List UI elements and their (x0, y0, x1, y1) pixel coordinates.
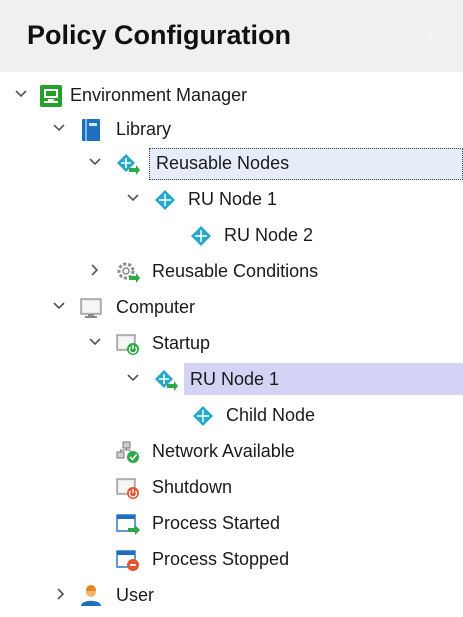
tree-item-process-started[interactable]: Process Started (0, 506, 463, 540)
chevron-down-icon[interactable] (88, 333, 102, 351)
chevron-down-icon[interactable] (14, 85, 28, 103)
tree-item-startup-ru-node-1[interactable]: RU Node 1 (0, 362, 463, 396)
network-available-icon (116, 441, 139, 463)
tree-item-label: Startup (152, 333, 211, 353)
tree-item-label: Library (116, 119, 172, 139)
tree-item-label: Environment Manager (70, 85, 248, 105)
tree-item-shutdown[interactable]: Shutdown (0, 470, 463, 504)
chevron-down-icon[interactable] (52, 119, 66, 137)
startup-icon (116, 333, 139, 355)
chevron-down-icon[interactable] (52, 297, 66, 315)
reusable-node-icon (154, 369, 178, 391)
chevron-right-icon[interactable] (54, 585, 68, 603)
tree-item-label: Process Stopped (152, 549, 290, 569)
panel-header: Policy Configuration ‹ (0, 0, 463, 72)
chevron-left-icon[interactable]: ‹ (428, 28, 440, 42)
user-icon (80, 585, 102, 607)
reusable-conditions-gear-icon (116, 261, 140, 283)
tree-item-label: Computer (116, 297, 196, 317)
tree-item-label: Reusable Conditions (152, 261, 319, 281)
tree-item-label: RU Node 2 (224, 225, 314, 245)
tree-item-library[interactable]: Library (0, 112, 463, 146)
node-icon (190, 225, 212, 247)
reusable-node-icon (116, 153, 140, 175)
process-started-icon (116, 513, 140, 535)
process-stopped-icon (116, 549, 139, 571)
tree-item-child-node[interactable]: Child Node (0, 398, 463, 432)
node-icon (154, 189, 176, 211)
tree-item-environment-manager[interactable]: Environment Manager (0, 78, 463, 112)
computer-monitor-icon (80, 297, 102, 319)
tree-item-label: User (116, 585, 155, 605)
tree-item-reusable-nodes[interactable]: Reusable Nodes (0, 146, 463, 180)
tree-item-label: RU Node 1 (188, 189, 278, 209)
tree-item-process-stopped[interactable]: Process Stopped (0, 542, 463, 576)
panel-title: Policy Configuration (27, 20, 292, 50)
tree-item-ru-node-2[interactable]: RU Node 2 (0, 218, 463, 252)
tree-item-reusable-conditions[interactable]: Reusable Conditions (0, 254, 463, 288)
tree-item-computer[interactable]: Computer (0, 290, 463, 324)
chevron-down-icon[interactable] (126, 369, 140, 387)
library-book-icon (80, 119, 102, 141)
tree-item-network-available[interactable]: Network Available (0, 434, 463, 468)
environment-manager-icon (40, 85, 62, 107)
tree-item-user[interactable]: User (0, 578, 463, 612)
node-icon (192, 405, 214, 427)
tree-item-label: Reusable Nodes (156, 153, 290, 173)
tree-item-label: Child Node (226, 405, 316, 425)
tree-item-startup[interactable]: Startup (0, 326, 463, 360)
chevron-right-icon[interactable] (88, 261, 102, 279)
tree-item-label: RU Node 1 (190, 369, 280, 389)
tree-item-label: Shutdown (152, 477, 233, 497)
tree-item-ru-node-1[interactable]: RU Node 1 (0, 182, 463, 216)
chevron-down-icon[interactable] (126, 189, 140, 207)
shutdown-icon (116, 477, 139, 499)
tree-item-label: Network Available (152, 441, 295, 461)
tree-item-label: Process Started (152, 513, 281, 533)
chevron-down-icon[interactable] (88, 153, 102, 171)
